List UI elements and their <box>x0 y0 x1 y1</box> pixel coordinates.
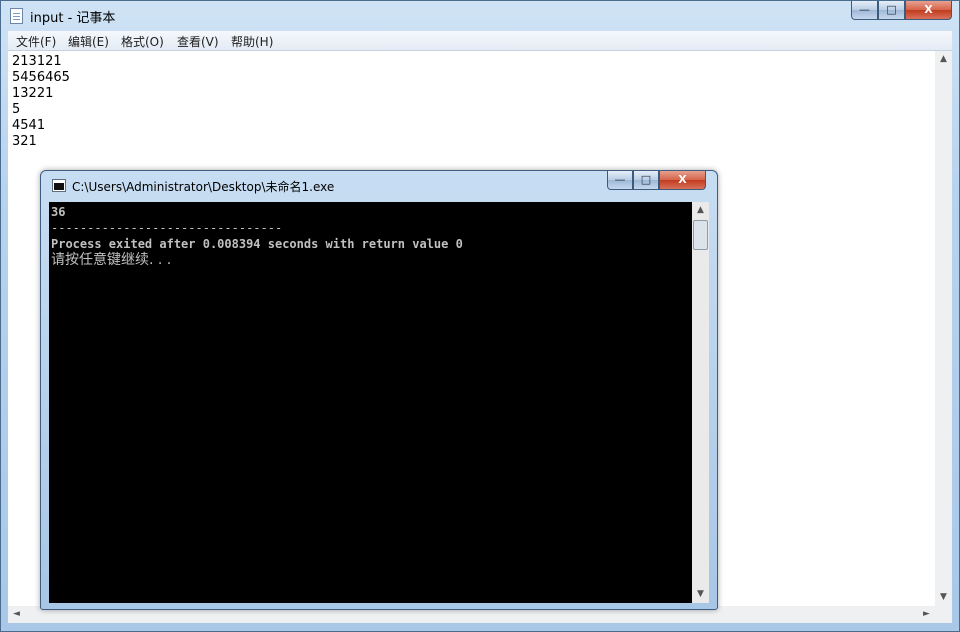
editor-content[interactable]: 213121 5456465 13221 5 4541 321 <box>12 54 70 150</box>
scroll-right-arrow-icon[interactable]: ► <box>918 606 935 623</box>
console-scroll-down-arrow-icon[interactable]: ▼ <box>692 586 709 603</box>
menu-edit[interactable]: 编辑(E) <box>68 33 109 50</box>
console-scroll-thumb[interactable] <box>693 220 708 250</box>
menu-format[interactable]: 格式(O) <box>121 33 164 50</box>
console-maximize-button[interactable]: □ <box>633 171 659 190</box>
console-output: 36 -------------------------------- Proc… <box>51 204 463 268</box>
maximize-button[interactable]: □ <box>878 1 905 20</box>
notepad-icon <box>10 8 23 24</box>
notepad-title: input - 记事本 <box>30 11 116 26</box>
console-close-button[interactable]: X <box>659 171 706 190</box>
scroll-left-arrow-icon[interactable]: ◄ <box>8 606 25 623</box>
console-output-area[interactable]: 36 -------------------------------- Proc… <box>49 202 709 603</box>
console-result: 36 <box>51 205 66 219</box>
notepad-title-bar[interactable]: input - 记事本 <box>1 1 959 31</box>
console-scroll-up-arrow-icon[interactable]: ▲ <box>692 202 709 219</box>
scroll-up-arrow-icon[interactable]: ▲ <box>935 51 952 68</box>
console-prompt-line: 请按任意键继续. . . <box>51 252 172 268</box>
close-button[interactable]: X <box>905 1 952 20</box>
menu-help[interactable]: 帮助(H) <box>231 33 273 50</box>
minimize-button[interactable]: — <box>851 1 878 20</box>
console-minimize-button[interactable]: — <box>607 171 633 190</box>
console-title: C:\Users\Administrator\Desktop\未命名1.exe <box>72 180 335 194</box>
vertical-scrollbar[interactable]: ▲ ▼ <box>935 51 952 606</box>
menu-bar: 文件(F) 编辑(E) 格式(O) 查看(V) 帮助(H) <box>8 31 952 51</box>
console-icon <box>52 179 66 192</box>
scroll-corner <box>935 606 952 623</box>
console-process-line: Process exited after 0.008394 seconds wi… <box>51 237 463 251</box>
menu-view[interactable]: 查看(V) <box>177 33 219 50</box>
scroll-down-arrow-icon[interactable]: ▼ <box>935 589 952 606</box>
console-vertical-scrollbar[interactable]: ▲ ▼ <box>692 202 709 603</box>
console-window: C:\Users\Administrator\Desktop\未命名1.exe … <box>40 170 718 610</box>
menu-file[interactable]: 文件(F) <box>16 33 56 50</box>
console-separator: -------------------------------- <box>51 221 283 235</box>
